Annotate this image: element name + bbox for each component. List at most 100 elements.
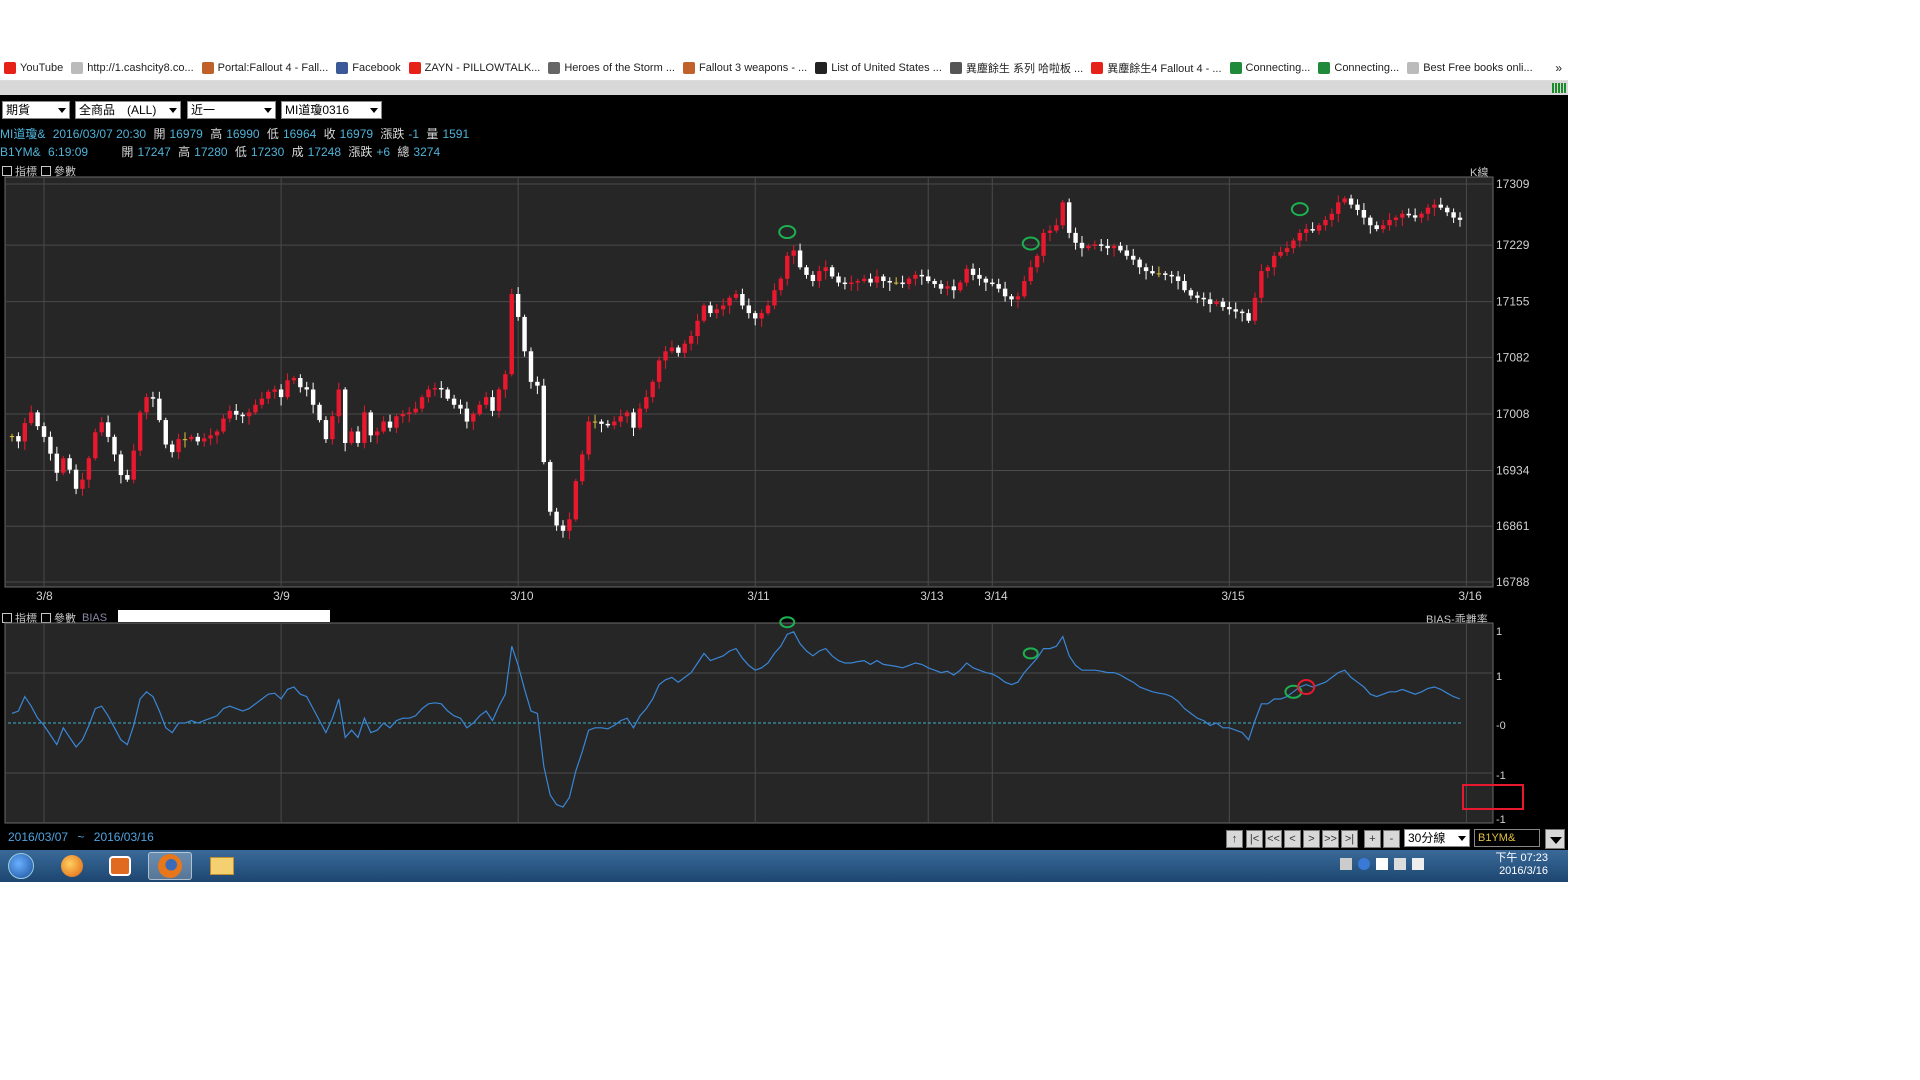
candle-body: [1195, 295, 1200, 298]
candle-body: [54, 453, 60, 473]
candle-body: [605, 423, 611, 426]
candle-body: [73, 469, 79, 489]
candle-body: [688, 336, 694, 344]
candle-body: [451, 398, 457, 405]
candle-body: [285, 380, 290, 398]
kline-x-tick-label: 3/11: [747, 589, 770, 603]
candle-body: [278, 389, 284, 398]
candle-body: [394, 416, 399, 428]
tray-network-icon[interactable]: [1340, 858, 1352, 870]
candle-body: [1252, 297, 1258, 321]
candle-body: [861, 278, 867, 282]
dropdown-arrow-icon[interactable]: [1545, 829, 1565, 849]
candle-body: [349, 431, 354, 443]
candle-body: [1368, 217, 1373, 226]
tray-volume-icon[interactable]: [1412, 858, 1424, 870]
nav-button[interactable]: >>: [1322, 830, 1339, 848]
start-button[interactable]: [0, 852, 42, 880]
tray-flag-icon[interactable]: [1376, 858, 1388, 870]
candle-body: [522, 316, 527, 352]
kline-y-tick-label: 16861: [1496, 519, 1530, 533]
timeframe-select[interactable]: 30分線: [1404, 829, 1470, 847]
candle-body: [695, 320, 700, 337]
candle-body: [1163, 273, 1168, 275]
candle-body: [1047, 230, 1053, 233]
candle-body: [195, 436, 201, 442]
candle-body: [240, 414, 245, 417]
bias-y-tick-label: -0: [1496, 720, 1506, 732]
candle-body: [368, 412, 373, 436]
candle-body: [163, 420, 168, 445]
candle-body: [1188, 290, 1194, 296]
candle-body: [836, 276, 841, 283]
taskbar-firefox[interactable]: [148, 852, 192, 880]
taskbar-explorer[interactable]: [200, 852, 244, 880]
candle-body: [1451, 212, 1456, 218]
nav-button[interactable]: >|: [1341, 830, 1358, 848]
candle-body: [439, 387, 444, 390]
tray-monitor-icon[interactable]: [1394, 858, 1406, 870]
candle-body: [169, 444, 175, 453]
candle-body: [759, 313, 764, 319]
candle-body: [855, 281, 860, 283]
kline-plot-area[interactable]: [4, 176, 1494, 588]
symbol-box[interactable]: B1YM&: [1474, 829, 1540, 847]
candle-body: [118, 454, 124, 476]
candle-body: [932, 281, 937, 285]
candle-body: [637, 408, 643, 428]
candle-body: [22, 423, 28, 442]
candle-body: [528, 351, 534, 382]
candle-body: [1412, 215, 1418, 218]
candle-body: [708, 305, 713, 314]
candle-body: [644, 397, 649, 409]
candle-body: [1393, 217, 1399, 220]
kline-y-tick-label: 17229: [1496, 238, 1530, 252]
nav-button[interactable]: -: [1383, 830, 1400, 848]
taskbar-media-player[interactable]: [98, 852, 142, 880]
candle-body: [1329, 213, 1335, 220]
candle-body: [842, 282, 848, 285]
candle-body: [926, 276, 931, 282]
clock-time: 下午 07:23: [1495, 852, 1548, 864]
candle-body: [624, 412, 630, 417]
candle-body: [804, 267, 809, 275]
nav-button[interactable]: ↑: [1226, 830, 1243, 848]
candle-body: [1316, 225, 1322, 231]
candle-body: [253, 404, 258, 413]
nav-button[interactable]: <<: [1265, 830, 1282, 848]
candle-body: [573, 481, 579, 520]
candle-body: [1066, 202, 1072, 233]
candle-body: [631, 412, 636, 428]
candle-body: [1054, 225, 1059, 231]
candle-body: [1028, 267, 1033, 282]
kline-x-tick-label: 3/9: [273, 589, 290, 603]
tray-help-icon[interactable]: [1358, 858, 1370, 870]
system-clock[interactable]: 下午 07:23 2016/3/16: [1495, 852, 1548, 878]
nav-button[interactable]: <: [1284, 830, 1301, 848]
candle-body: [541, 385, 546, 463]
media-player-icon: [109, 856, 131, 876]
candle-body: [362, 412, 367, 443]
candle-body: [1002, 288, 1008, 297]
candle-body: [515, 294, 521, 317]
candle-body: [778, 278, 784, 291]
candle-body: [656, 360, 662, 382]
candle-body: [1297, 232, 1303, 241]
candle-body: [1220, 301, 1226, 307]
candle-body: [547, 462, 553, 512]
candle-body: [1073, 232, 1078, 243]
candle-body: [1041, 232, 1046, 256]
kline-y-tick-label: 17008: [1496, 407, 1530, 421]
nav-button[interactable]: |<: [1246, 830, 1263, 848]
candle-body: [323, 420, 329, 440]
candle-body: [1079, 242, 1085, 249]
candle-body: [1387, 219, 1392, 226]
nav-button[interactable]: >: [1303, 830, 1320, 848]
taskbar-app-orange[interactable]: [50, 852, 94, 880]
candle-body: [1278, 251, 1283, 256]
candle-body: [772, 290, 777, 306]
nav-button[interactable]: +: [1364, 830, 1381, 848]
candle-body: [1400, 213, 1405, 218]
candle-body: [849, 282, 854, 285]
candle-body: [182, 439, 188, 441]
